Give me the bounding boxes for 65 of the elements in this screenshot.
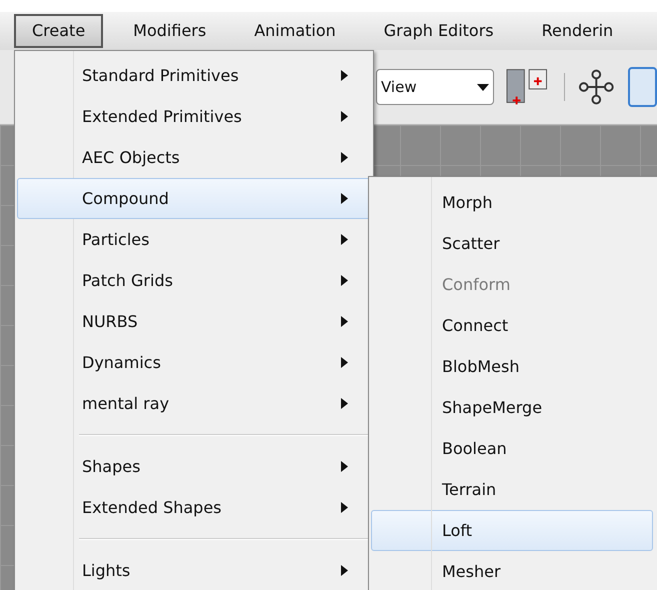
submenu-item-label: Mesher: [442, 560, 501, 582]
menu-item[interactable]: Extended Primitives: [17, 96, 371, 137]
menu-item-label: Lights: [82, 560, 130, 582]
menu-item[interactable]: Lights: [17, 550, 371, 590]
menu-item-label: NURBS: [82, 310, 138, 332]
submenu-item-label: Connect: [442, 314, 508, 336]
submenu-item[interactable]: Terrain: [371, 469, 653, 510]
menu-item[interactable]: AEC Objects: [17, 137, 371, 178]
submenu-item[interactable]: BlobMesh: [371, 346, 653, 387]
menu-bar-item[interactable]: Renderin: [524, 14, 632, 48]
menu-item-label: Compound: [82, 188, 169, 210]
menu-item-label: Particles: [82, 228, 150, 250]
menu-item[interactable]: Particles: [17, 219, 371, 260]
submenu-item-label: ShapeMerge: [442, 396, 542, 418]
menu-item[interactable]: Compound: [17, 178, 371, 219]
submenu-arrow-icon: [341, 275, 348, 286]
submenu-arrow-icon: [341, 502, 348, 513]
menu-bar-item[interactable]: Animation: [236, 14, 354, 48]
submenu-item[interactable]: Boolean: [371, 428, 653, 469]
submenu-item-label: Scatter: [442, 232, 500, 254]
submenu-arrow-icon: [341, 398, 348, 409]
menu-item[interactable]: Extended Shapes: [17, 487, 371, 528]
menu-item[interactable]: mental ray: [17, 383, 371, 424]
submenu-item[interactable]: Connect: [371, 305, 653, 346]
menu-item-label: AEC Objects: [82, 146, 180, 168]
submenu-arrow-icon: [341, 357, 348, 368]
menu-item[interactable]: NURBS: [17, 301, 371, 342]
toolbar-button[interactable]: [628, 67, 657, 107]
submenu-arrow-icon: [341, 316, 348, 327]
submenu-arrow-icon: [341, 111, 348, 122]
menu-item[interactable]: Patch Grids: [17, 260, 371, 301]
menu-item-label: Shapes: [82, 456, 140, 478]
submenu-item-label: Loft: [442, 520, 472, 542]
menu-item-label: Extended Primitives: [82, 106, 242, 128]
dropdown-value: View: [381, 76, 417, 98]
submenu-item-label: Morph: [442, 192, 492, 214]
submenu-item[interactable]: Morph: [371, 182, 653, 223]
submenu-arrow-icon: [341, 234, 348, 245]
menu-item[interactable]: Standard Primitives: [17, 55, 371, 96]
submenu-item[interactable]: ShapeMerge: [371, 387, 653, 428]
caret-icon: [477, 84, 490, 90]
submenu-item-label: Conform: [442, 274, 510, 296]
submenu-item[interactable]: Loft: [371, 510, 653, 551]
submenu-arrow-icon: [341, 565, 348, 576]
menu-bar-item[interactable]: Create: [14, 14, 104, 48]
submenu-item-label: Terrain: [442, 478, 496, 500]
submenu-arrow-icon: [341, 461, 348, 472]
menu-bar-item[interactable]: Modifiers: [115, 14, 224, 48]
menu-item[interactable]: Dynamics: [17, 342, 371, 383]
submenu-arrow-icon: [341, 70, 348, 81]
submenu-arrow-icon: [341, 193, 348, 204]
menu-item-label: Dynamics: [82, 352, 161, 374]
submenu-item[interactable]: Scatter: [371, 223, 653, 264]
menu-item[interactable]: Shapes: [17, 446, 371, 487]
view-dropdown[interactable]: View: [376, 69, 494, 105]
menu-item-label: Patch Grids: [82, 270, 173, 292]
hierarchy-icon[interactable]: [577, 67, 616, 107]
submenu-item[interactable]: Mesher: [371, 551, 653, 590]
submenu-arrow-icon: [341, 152, 348, 163]
menu-item-label: Extended Shapes: [82, 496, 222, 518]
menu-item-label: Standard Primitives: [82, 64, 239, 86]
menu-bar-item[interactable]: Graph Editors: [366, 14, 512, 48]
submenu-item-label: BlobMesh: [442, 356, 520, 378]
menu-item-label: mental ray: [82, 392, 170, 414]
submenu-item-label: Boolean: [442, 438, 507, 460]
